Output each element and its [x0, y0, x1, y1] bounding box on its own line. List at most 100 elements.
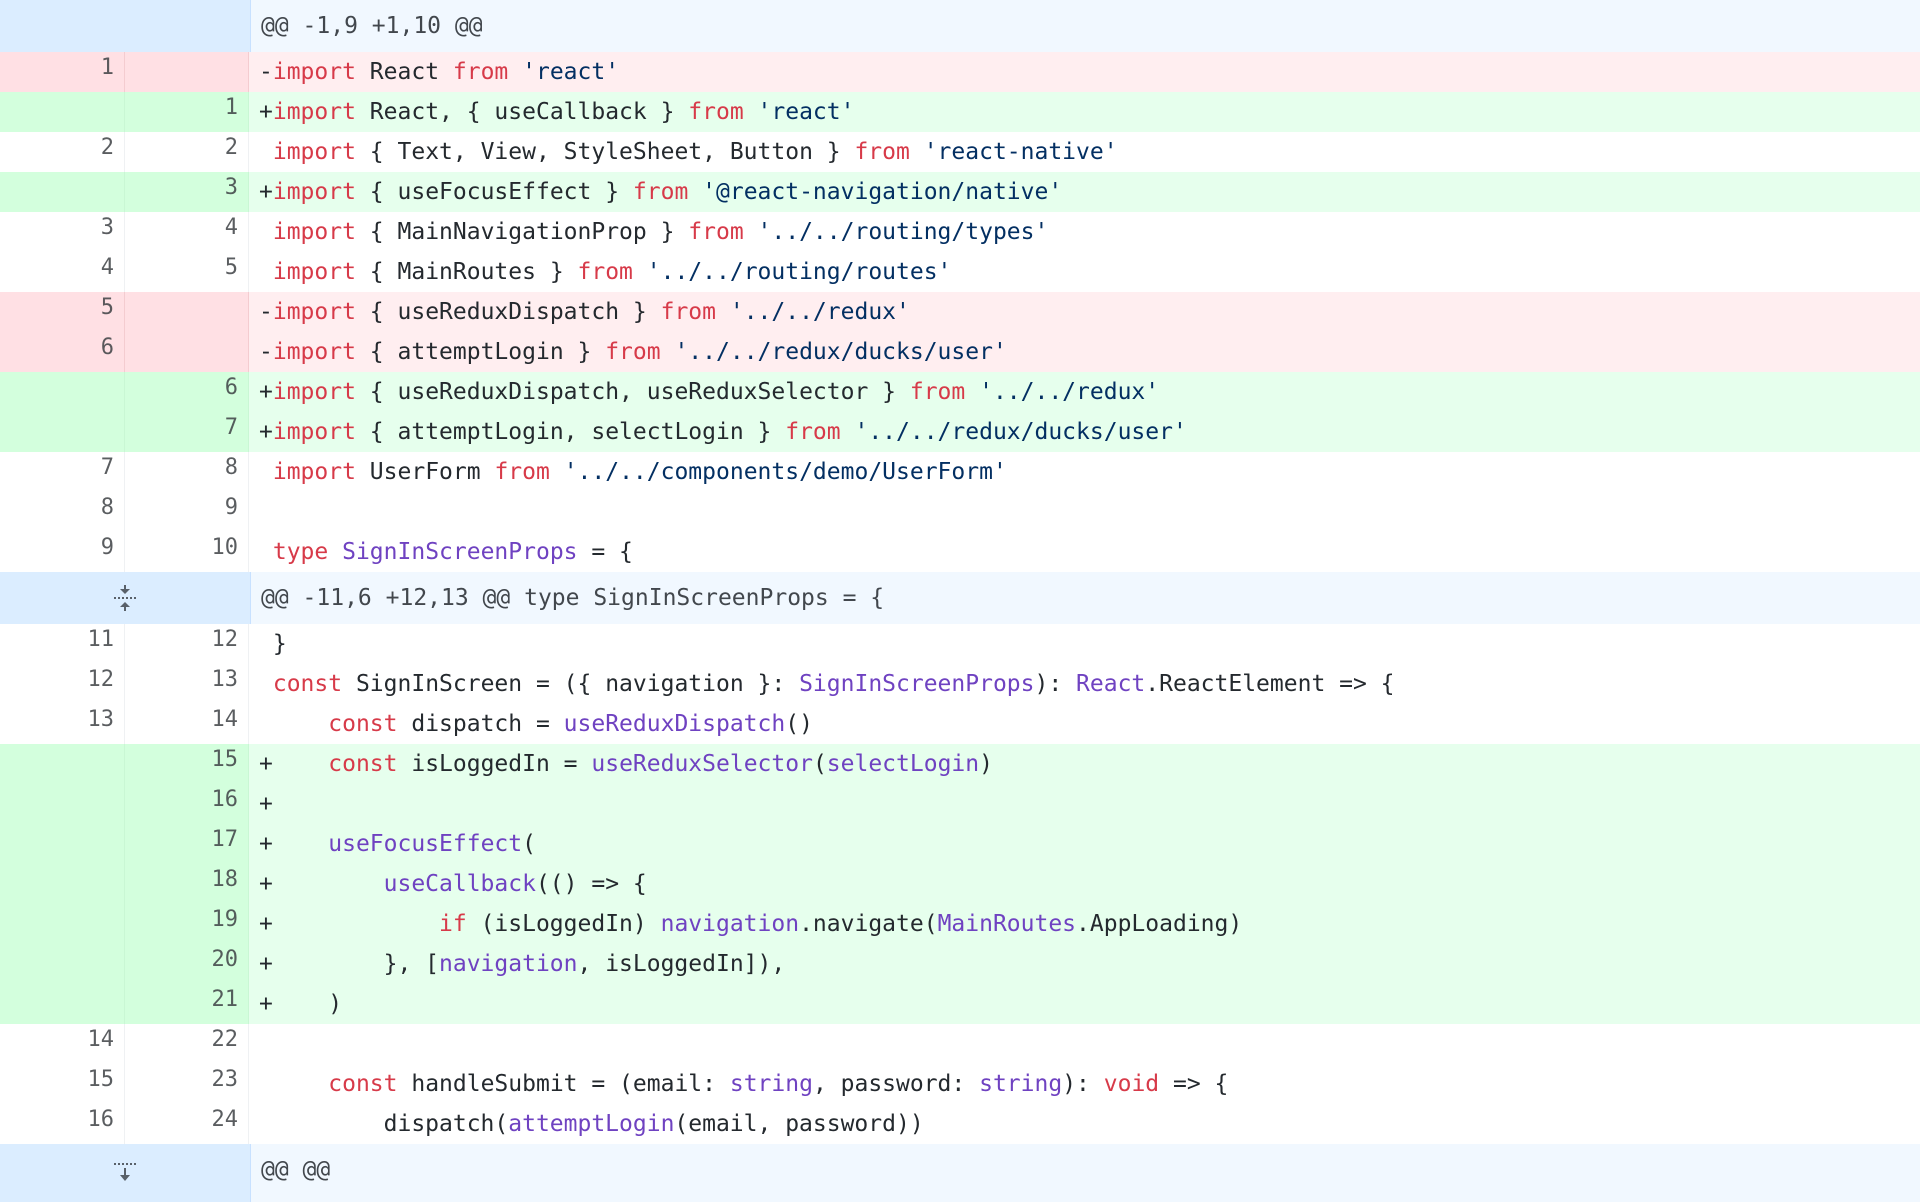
new-line-number[interactable]: 14 [125, 704, 249, 744]
code-token: , password: [812, 1071, 980, 1097]
code-line: import { MainRoutes } from '../../routin… [249, 252, 1920, 292]
old-line-number[interactable] [0, 744, 125, 784]
old-line-number[interactable]: 11 [0, 624, 125, 664]
new-line-number[interactable]: 8 [125, 452, 249, 492]
code-line: + [249, 784, 1920, 824]
new-line-number[interactable]: 3 [125, 172, 249, 212]
code-token: useReduxDispatch [563, 711, 786, 737]
old-line-number[interactable]: 4 [0, 252, 125, 292]
old-line-number[interactable] [0, 784, 125, 824]
code-token: { MainRoutes } [355, 259, 578, 285]
old-line-number[interactable] [0, 172, 125, 212]
new-line-number[interactable]: 21 [125, 984, 249, 1024]
code-line: const dispatch = useReduxDispatch() [249, 704, 1920, 744]
code-line: + const isLoggedIn = useReduxSelector(se… [249, 744, 1920, 784]
old-line-number[interactable]: 9 [0, 532, 125, 572]
old-line-number[interactable]: 14 [0, 1024, 125, 1064]
new-line-number[interactable]: 13 [125, 664, 249, 704]
code-token: string [979, 1071, 1063, 1097]
new-line-number[interactable]: 18 [125, 864, 249, 904]
new-line-number[interactable]: 19 [125, 904, 249, 944]
hunk-expand-gutter[interactable] [0, 1144, 251, 1202]
new-line-number[interactable] [125, 332, 249, 372]
code-token: attemptLogin [508, 1111, 675, 1137]
code-token: + [259, 179, 273, 205]
new-line-number[interactable]: 23 [125, 1064, 249, 1104]
expand-both-icon[interactable] [112, 583, 138, 613]
code-line: + ) [249, 984, 1920, 1024]
new-line-number[interactable]: 7 [125, 412, 249, 452]
code-token: - [259, 299, 273, 325]
code-token: { useReduxDispatch, useReduxSelector } [355, 379, 910, 405]
code-token: if [439, 911, 467, 937]
new-line-number[interactable]: 24 [125, 1104, 249, 1144]
code-token: { useReduxDispatch } [355, 299, 661, 325]
old-line-number[interactable] [0, 864, 125, 904]
code-line: dispatch(attemptLogin(email, password)) [249, 1104, 1920, 1144]
old-line-number[interactable]: 6 [0, 332, 125, 372]
new-line-number[interactable] [125, 52, 249, 92]
code-token: import [272, 299, 356, 325]
new-line-number[interactable]: 17 [125, 824, 249, 864]
old-line-number[interactable]: 8 [0, 492, 125, 532]
expand-down-icon[interactable] [112, 1160, 138, 1186]
new-line-number[interactable]: 5 [125, 252, 249, 292]
old-line-number[interactable]: 16 [0, 1104, 125, 1144]
old-line-number[interactable] [0, 92, 125, 132]
new-line-number[interactable]: 2 [125, 132, 249, 172]
code-token: ) [979, 751, 993, 777]
old-line-number[interactable] [0, 412, 125, 452]
new-line-number[interactable] [125, 292, 249, 332]
hunk-expand-gutter[interactable] [0, 572, 251, 624]
code-token: { attemptLogin, selectLogin } [355, 419, 786, 445]
code-token: from [854, 139, 910, 165]
code-line: + }, [navigation, isLoggedIn]), [249, 944, 1920, 984]
new-line-number[interactable]: 22 [125, 1024, 249, 1064]
code-token: import [272, 459, 356, 485]
old-line-number[interactable]: 7 [0, 452, 125, 492]
code-line: import { MainNavigationProp } from '../.… [249, 212, 1920, 252]
code-token: navigation [439, 951, 578, 977]
code-token: (() => { [535, 871, 647, 897]
old-line-number[interactable] [0, 984, 125, 1024]
code-token: void [1103, 1071, 1160, 1097]
old-line-number[interactable]: 15 [0, 1064, 125, 1104]
new-line-number[interactable]: 15 [125, 744, 249, 784]
new-line-number[interactable]: 9 [125, 492, 249, 532]
code-token: { Text, View, StyleSheet, Button } [355, 139, 855, 165]
code-line: + if (isLoggedIn) navigation.navigate(Ma… [249, 904, 1920, 944]
old-line-number[interactable]: 13 [0, 704, 125, 744]
old-line-number[interactable]: 3 [0, 212, 125, 252]
deleted-line: 6 -import { attemptLogin } from '../../re… [0, 332, 1920, 372]
code-token: useReduxSelector [591, 751, 813, 777]
new-line-number[interactable]: 12 [125, 624, 249, 664]
old-line-number[interactable]: 2 [0, 132, 125, 172]
code-token: import [272, 219, 356, 245]
added-line: 1 +import React, { useCallback } from 're… [0, 92, 1920, 132]
added-line: 17 + useFocusEffect( [0, 824, 1920, 864]
deleted-line: 5 -import { useReduxDispatch } from '../.… [0, 292, 1920, 332]
new-line-number[interactable]: 20 [125, 944, 249, 984]
code-token: (email, password)) [674, 1111, 924, 1137]
old-line-number[interactable] [0, 944, 125, 984]
code-token: from [688, 99, 744, 125]
new-line-number[interactable]: 16 [125, 784, 249, 824]
new-line-number[interactable]: 1 [125, 92, 249, 132]
old-line-number[interactable] [0, 904, 125, 944]
old-line-number[interactable] [0, 824, 125, 864]
old-line-number[interactable] [0, 372, 125, 412]
old-line-number[interactable]: 1 [0, 52, 125, 92]
new-line-number[interactable]: 10 [125, 532, 249, 572]
code-token: '../../components/demo/UserForm' [563, 459, 1007, 485]
code-token: const [328, 751, 398, 777]
code-line: +import { useFocusEffect } from '@react-… [249, 172, 1920, 212]
old-line-number[interactable]: 12 [0, 664, 125, 704]
code-token: import [272, 379, 356, 405]
new-line-number[interactable]: 6 [125, 372, 249, 412]
old-line-number[interactable]: 5 [0, 292, 125, 332]
added-line: 3 +import { useFocusEffect } from '@react… [0, 172, 1920, 212]
new-line-number[interactable]: 4 [125, 212, 249, 252]
